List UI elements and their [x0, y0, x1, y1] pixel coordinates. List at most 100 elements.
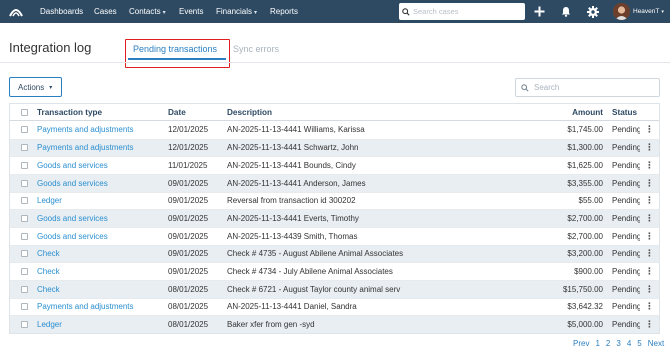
chevron-down-icon: ▾ [254, 10, 258, 16]
pagination-page-3[interactable]: 3 [616, 339, 620, 348]
nav-item-events[interactable]: Events [179, 0, 203, 23]
row-checkbox[interactable] [21, 126, 28, 134]
transaction-type-link[interactable]: Payments and adjustments [37, 143, 168, 152]
kebab-menu-icon[interactable]: ⋮ [645, 125, 654, 134]
user-menu[interactable]: HeavenT ▾ [633, 0, 664, 23]
transaction-type-link[interactable]: Goods and services [37, 214, 168, 223]
transaction-type-link[interactable]: Goods and services [37, 179, 168, 188]
header-transaction-type[interactable]: Transaction type [37, 108, 168, 117]
row-checkbox[interactable] [21, 285, 28, 293]
row-checkbox[interactable] [21, 250, 28, 258]
transaction-amount: $2,700.00 [567, 214, 603, 224]
add-icon[interactable] [532, 4, 547, 19]
kebab-menu-icon[interactable]: ⋮ [645, 320, 654, 329]
transaction-amount: $1,745.00 [567, 125, 603, 135]
row-checkbox[interactable] [21, 303, 28, 311]
transaction-date: 08/01/2025 [168, 320, 209, 330]
transaction-description: Check # 4735 - August Abilene Animal Ass… [227, 249, 404, 259]
table-row[interactable]: Ledger 08/01/2025 Baker xfer from gen -syd… [10, 315, 659, 333]
kebab-menu-icon[interactable]: ⋮ [645, 161, 654, 170]
pagination-page-5[interactable]: 5 [637, 339, 641, 348]
kebab-menu-icon[interactable]: ⋮ [645, 232, 654, 241]
table-row[interactable]: Check 09/01/2025 Check # 4734 - July Abile… [10, 262, 659, 280]
transaction-date: 08/01/2025 [168, 284, 209, 294]
header-description[interactable]: Description [227, 108, 467, 117]
nav-item-financials[interactable]: Financials ▾ [216, 0, 257, 23]
header-status[interactable]: Status [603, 108, 640, 117]
transaction-type-link[interactable]: Check [37, 249, 168, 258]
app-logo-icon[interactable] [9, 6, 23, 17]
table-row[interactable]: Goods and services 09/01/2025 AN-2025-11-1… [10, 226, 659, 245]
select-all-checkbox[interactable] [21, 108, 28, 116]
kebab-menu-icon[interactable]: ⋮ [645, 249, 654, 258]
global-search-input[interactable] [413, 7, 518, 16]
transaction-amount: $5,000.00 [567, 320, 603, 330]
row-checkbox[interactable] [21, 232, 28, 240]
nav-item-cases[interactable]: Cases [94, 0, 117, 23]
table-row[interactable]: Check 09/01/2025 Check # 4735 - August Abi… [10, 244, 659, 263]
kebab-menu-icon[interactable]: ⋮ [645, 302, 654, 311]
chevron-down-icon: ▾ [661, 9, 664, 15]
row-menu-cell: ⋮ [640, 125, 659, 134]
row-checkbox[interactable] [21, 268, 28, 276]
header-amount[interactable]: Amount [467, 108, 603, 117]
global-search[interactable] [399, 3, 525, 20]
table-row[interactable]: Payments and adjustments 12/01/2025 AN-202… [10, 121, 659, 139]
kebab-menu-icon[interactable]: ⋮ [645, 143, 654, 152]
row-checkbox[interactable] [21, 321, 28, 329]
row-checkbox[interactable] [21, 215, 28, 223]
pagination-page-1[interactable]: 1 [595, 339, 599, 348]
row-checkbox[interactable] [21, 162, 28, 170]
row-checkbox[interactable] [21, 179, 28, 187]
transaction-type-link[interactable]: Ledger [37, 320, 168, 329]
gear-icon[interactable] [585, 4, 600, 19]
table-row[interactable]: Check 08/01/2025 Check # 6721 - August Tay… [10, 279, 659, 298]
header-date[interactable]: Date [168, 108, 227, 117]
kebab-menu-icon[interactable]: ⋮ [645, 214, 654, 223]
row-menu-cell: ⋮ [640, 214, 659, 223]
transaction-type-link[interactable]: Goods and services [37, 232, 168, 241]
row-select-cell [10, 162, 37, 170]
kebab-menu-icon[interactable]: ⋮ [645, 179, 654, 188]
transaction-type-link[interactable]: Goods and services [37, 161, 168, 170]
transaction-type-link[interactable]: Payments and adjustments [37, 302, 168, 311]
bell-icon[interactable] [558, 4, 573, 19]
transaction-type-link[interactable]: Check [37, 285, 168, 294]
avatar[interactable] [613, 3, 630, 20]
table-row[interactable]: Goods and services 11/01/2025 AN-2025-11-1… [10, 156, 659, 174]
transaction-type-link[interactable]: Payments and adjustments [37, 125, 168, 134]
pagination-page-2[interactable]: 2 [606, 339, 610, 348]
row-checkbox[interactable] [21, 144, 28, 152]
row-checkbox[interactable] [21, 197, 28, 205]
kebab-menu-icon[interactable]: ⋮ [645, 267, 654, 276]
row-select-cell [10, 268, 37, 276]
transaction-type-link[interactable]: Ledger [37, 196, 168, 205]
pagination-prev[interactable]: Prev [573, 339, 589, 348]
nav-item-reports[interactable]: Reports [270, 0, 298, 23]
transaction-date: 12/01/2025 [168, 143, 209, 153]
table-row[interactable]: Goods and services 09/01/2025 AN-2025-11-1… [10, 209, 659, 227]
transaction-amount: $3,200.00 [567, 249, 603, 259]
transaction-status: Pending [612, 302, 640, 312]
table-row[interactable]: Payments and adjustments 08/01/2025 AN-202… [10, 297, 659, 316]
kebab-menu-icon[interactable]: ⋮ [645, 285, 654, 294]
tab-sync-errors[interactable]: Sync errors [233, 44, 279, 54]
pagination-next[interactable]: Next [648, 339, 664, 348]
table-row[interactable]: Payments and adjustments 12/01/2025 AN-202… [10, 138, 659, 157]
nav-item-contacts[interactable]: Contacts ▾ [129, 0, 166, 23]
actions-button[interactable]: Actions ▾ [9, 77, 62, 97]
transaction-amount: $900.00 [574, 267, 603, 277]
row-menu-cell: ⋮ [640, 285, 659, 294]
table-row[interactable]: Ledger 09/01/2025 Reversal from transactio… [10, 191, 659, 210]
row-select-cell [10, 285, 37, 293]
nav-item-dashboards[interactable]: Dashboards [40, 0, 83, 23]
kebab-menu-icon[interactable]: ⋮ [645, 196, 654, 205]
row-menu-cell: ⋮ [640, 143, 659, 152]
table-search-input[interactable] [534, 83, 654, 92]
table-search[interactable] [515, 78, 660, 97]
row-menu-cell: ⋮ [640, 302, 659, 311]
pagination-page-4[interactable]: 4 [627, 339, 631, 348]
transaction-type-link[interactable]: Check [37, 267, 168, 276]
transaction-description: Check # 6721 - August Taylor county anim… [227, 284, 401, 294]
table-row[interactable]: Goods and services 09/01/2025 AN-2025-11-1… [10, 173, 659, 192]
